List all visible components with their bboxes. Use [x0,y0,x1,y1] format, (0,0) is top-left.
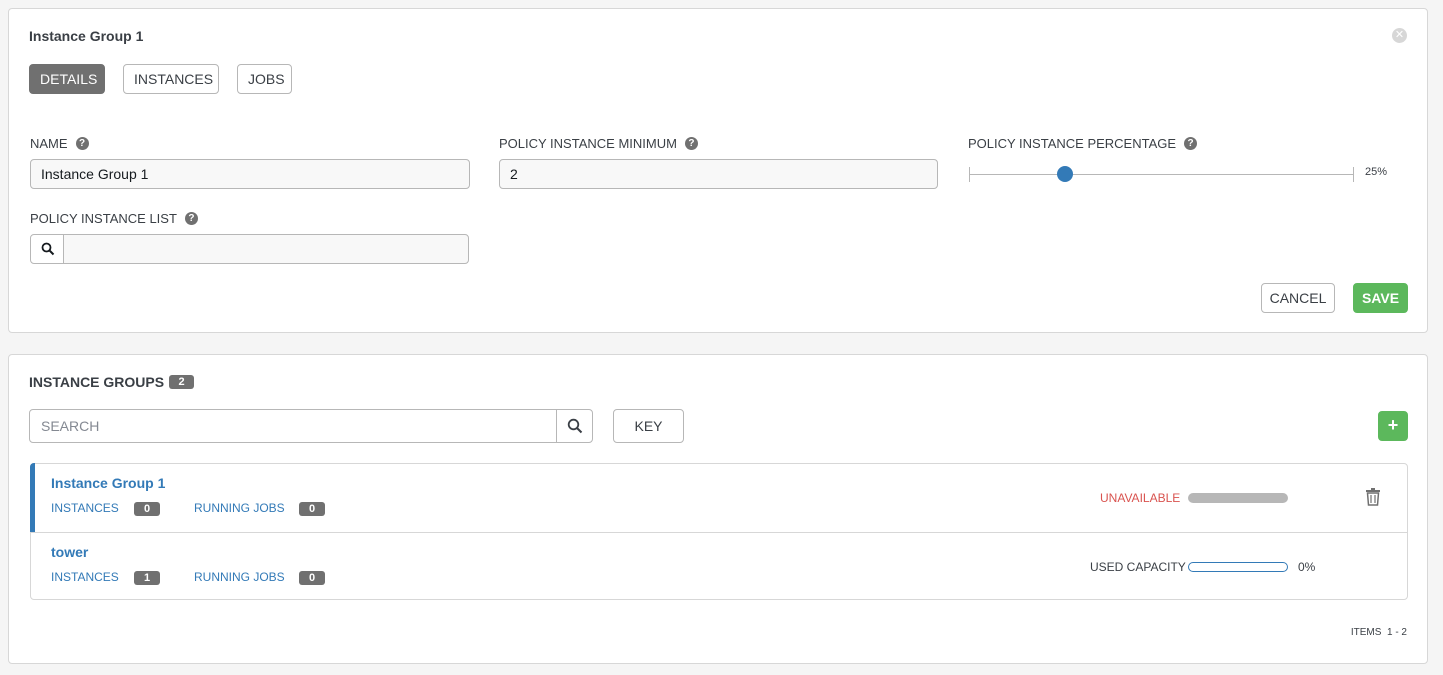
instance-group-detail-panel: Instance Group 1 ✕ DETAILS INSTANCES JOB… [8,8,1428,333]
policy-pct-label: POLICY INSTANCE PERCENTAGE ? [968,136,1198,151]
policy-list-label: POLICY INSTANCE LIST ? [30,211,198,226]
tab-jobs[interactable]: JOBS [237,64,292,94]
tab-instances[interactable]: INSTANCES [123,64,219,94]
capacity-status: UNAVAILABLE [1100,491,1181,505]
help-icon[interactable]: ? [75,137,89,150]
policy-list-label-text: POLICY INSTANCE LIST [30,211,177,226]
policy-list-field[interactable] [63,234,469,264]
capacity-bar [1188,562,1288,572]
instances-count-badge: 1 [134,571,160,585]
close-icon[interactable]: ✕ [1392,28,1407,43]
policy-pct-label-text: POLICY INSTANCE PERCENTAGE [968,136,1177,151]
list-item[interactable]: Instance Group 1 INSTANCES 0 RUNNING JOB… [30,463,1407,532]
search-button[interactable] [556,409,593,443]
name-field[interactable]: Instance Group 1 [30,159,470,189]
instance-groups-list-panel: INSTANCE GROUPS 2 SEARCH KEY + Instance … [8,354,1428,664]
list-header: INSTANCE GROUPS 2 [29,374,195,390]
row-instances-label[interactable]: INSTANCES [51,501,119,515]
add-button[interactable]: + [1378,411,1408,441]
help-icon[interactable]: ? [1184,137,1198,150]
policy-pct-slider-track[interactable] [969,174,1353,175]
running-jobs-count-badge: 0 [299,571,325,585]
policy-pct-value: 25% [1365,166,1388,178]
list-title: INSTANCE GROUPS [29,374,165,390]
trash-icon[interactable] [1366,488,1380,506]
policy-pct-slider-handle[interactable] [1057,166,1073,182]
name-label: NAME ? [30,136,89,151]
name-label-text: NAME [30,136,68,151]
row-instances-label[interactable]: INSTANCES [51,570,119,584]
policy-min-field[interactable]: 2 [499,159,938,189]
pagination-label: ITEMS [1350,627,1382,638]
policy-list-lookup-button[interactable] [30,234,64,264]
cancel-button[interactable]: CANCEL [1261,283,1335,313]
detail-title: Instance Group 1 [29,28,144,44]
capacity-bar [1188,493,1288,503]
capacity-label: USED CAPACITY [1090,560,1186,574]
running-jobs-count-badge: 0 [299,502,325,516]
save-button[interactable]: SAVE [1353,283,1408,313]
instances-count-badge: 0 [134,502,160,516]
policy-min-label: POLICY INSTANCE MINIMUM ? [499,136,698,151]
capacity-percent: 0% [1298,560,1316,574]
slider-max-tick [1353,167,1354,182]
search-icon [41,242,55,256]
row-running-jobs-label[interactable]: RUNNING JOBS [194,570,285,584]
pagination-range: 1 - 2 [1386,627,1407,638]
row-name-link[interactable]: Instance Group 1 [51,475,165,491]
search-input[interactable]: SEARCH [29,409,557,443]
key-button[interactable]: KEY [613,409,684,443]
pagination-info: ITEMS 1 - 2 [1351,627,1407,638]
instance-groups-list: Instance Group 1 INSTANCES 0 RUNNING JOB… [30,463,1408,600]
policy-min-label-text: POLICY INSTANCE MINIMUM [499,136,677,151]
search-icon [567,418,583,434]
row-running-jobs-label[interactable]: RUNNING JOBS [194,501,285,515]
tab-details[interactable]: DETAILS [29,64,105,94]
row-name-link[interactable]: tower [51,544,88,560]
list-item[interactable]: tower INSTANCES 1 RUNNING JOBS 0 USED CA… [31,532,1407,600]
help-icon[interactable]: ? [684,137,698,150]
help-icon[interactable]: ? [184,212,198,225]
count-badge: 2 [169,375,195,389]
